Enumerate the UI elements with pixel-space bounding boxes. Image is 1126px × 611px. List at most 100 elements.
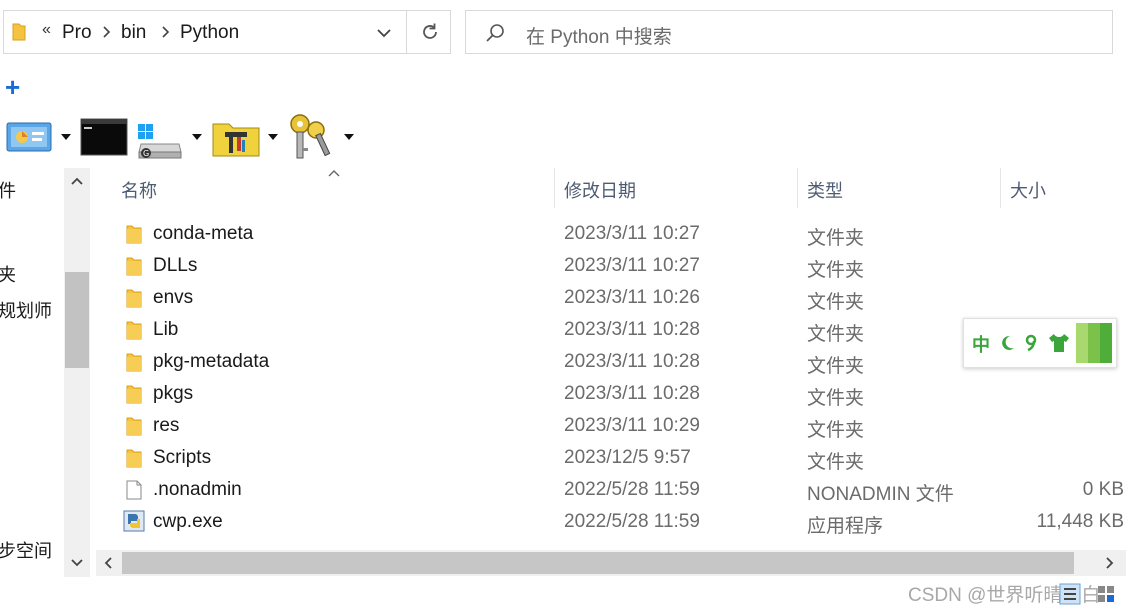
ime-color-bars [1076,323,1112,363]
folder-icon [126,224,142,249]
keys-icon[interactable] [286,112,338,167]
folder-icon [126,288,142,313]
file-type: 文件夹 [807,260,865,281]
python-exe-icon [123,510,145,537]
terminal-icon[interactable] [80,118,128,163]
file-date: 2023/3/11 10:28 [564,351,700,372]
file-name: Scripts [153,447,212,468]
file-name: res [153,415,180,436]
nav-item[interactable]: 件 [0,177,16,203]
column-divider[interactable] [797,168,798,208]
folder-icon [126,320,142,345]
column-header-name[interactable]: 名称 [121,177,157,203]
add-button[interactable]: + [5,74,20,100]
folder-icon [126,448,142,473]
nav-item[interactable]: 规划师 [0,297,52,323]
folder-icon [126,384,142,409]
search-placeholder[interactable]: 在 Python 中搜索 [526,22,672,49]
svg-text:G: G [143,149,149,158]
breadcrumb-bin[interactable]: bin [121,22,146,44]
file-name: pkgs [153,383,194,404]
file-date: 2022/5/28 11:59 [564,479,700,500]
skin-shirt-icon[interactable] [1048,333,1070,353]
file-date: 2023/3/11 10:26 [564,287,700,308]
file-date: 2023/12/5 9:57 [564,447,691,468]
nav-scrollbar[interactable] [64,168,90,577]
file-name: DLLs [153,255,198,276]
file-name: pkg-metadata [153,351,270,372]
file-type: 应用程序 [807,516,884,537]
file-type: 文件夹 [807,452,865,473]
scroll-thumb[interactable] [65,272,89,368]
file-type: NONADMIN 文件 [807,484,954,505]
search-icon [484,22,506,49]
file-type: 文件夹 [807,420,865,441]
file-name: cwp.exe [153,511,223,532]
nav-item[interactable]: 夹 [0,261,16,287]
file-type: 文件夹 [807,324,865,345]
breadcrumb-pro[interactable]: Pro [62,22,92,44]
file-name: Lib [153,319,179,340]
scroll-thumb[interactable] [122,552,1074,574]
column-header-size[interactable]: 大小 [1010,177,1046,203]
ime-toolbar[interactable]: 中 [963,318,1117,368]
address-bar[interactable]: « Pro bin Python [3,10,451,54]
column-header-date[interactable]: 修改日期 [564,177,636,203]
file-row[interactable]: envs 2023/3/11 10:26 文件夹 [98,281,1126,313]
dropdown-arrow-icon[interactable] [192,134,202,140]
file-row[interactable]: pkgs 2023/3/11 10:28 文件夹 [98,377,1126,409]
file-row[interactable]: cwp.exe 2022/5/28 11:59 应用程序 11,448 KB [98,505,1126,537]
scroll-down-icon[interactable] [70,556,84,574]
dropdown-arrow-icon[interactable] [268,134,278,140]
file-date: 2023/3/11 10:27 [564,255,700,276]
ime-mode-label[interactable]: 中 [972,331,990,357]
file-row[interactable]: .nonadmin 2022/5/28 11:59 NONADMIN 文件 0 KB [98,473,1126,505]
chevron-down-icon[interactable] [376,26,392,44]
dropdown-arrow-icon[interactable] [61,134,71,140]
file-date: 2023/3/11 10:29 [564,415,700,436]
file-row[interactable]: conda-meta 2023/3/11 10:27 文件夹 [98,217,1126,249]
file-size: 0 KB [1082,479,1124,500]
punctuation-icon[interactable] [1024,334,1038,352]
file-name: conda-meta [153,223,254,244]
file-date: 2023/3/11 10:28 [564,383,700,404]
search-box[interactable]: 在 Python 中搜索 [465,10,1113,54]
file-type: 文件夹 [807,388,865,409]
chevron-right-icon[interactable] [101,25,111,44]
file-icon [126,480,142,505]
file-size: 11,448 KB [1036,511,1124,532]
control-panel-icon[interactable] [6,120,52,159]
file-date: 2023/3/11 10:27 [564,223,700,244]
folder-icon [12,23,26,46]
nav-item[interactable]: 步空间 [0,537,52,563]
chevron-right-icon[interactable] [160,25,170,44]
column-divider[interactable] [1000,168,1001,208]
file-date: 2023/3/11 10:28 [564,319,700,340]
view-toggle-icons[interactable] [1058,582,1122,611]
file-row[interactable]: DLLs 2023/3/11 10:27 文件夹 [98,249,1126,281]
file-name: envs [153,287,194,308]
folder-icon [126,352,142,377]
folder-tools-icon[interactable] [211,118,261,163]
breadcrumb-python[interactable]: Python [180,22,239,44]
file-type: 文件夹 [807,228,865,249]
file-type: 文件夹 [807,292,865,313]
folder-icon [126,256,142,281]
column-divider[interactable] [554,168,555,208]
horizontal-scrollbar[interactable] [96,550,1126,576]
dropdown-arrow-icon[interactable] [344,134,354,140]
file-name: .nonadmin [153,479,242,500]
sort-ascending-icon [327,165,341,183]
windows-drive-icon[interactable]: G [135,122,183,165]
overflow-chevron[interactable]: « [42,21,51,39]
file-row[interactable]: res 2023/3/11 10:29 文件夹 [98,409,1126,441]
column-header-type[interactable]: 类型 [807,177,843,203]
scroll-up-icon[interactable] [70,174,84,192]
refresh-icon[interactable] [420,22,440,47]
file-row[interactable]: Scripts 2023/12/5 9:57 文件夹 [98,441,1126,473]
scroll-left-icon[interactable] [102,556,114,575]
scroll-right-icon[interactable] [1104,556,1116,575]
moon-icon[interactable] [998,334,1016,352]
file-date: 2022/5/28 11:59 [564,511,700,532]
file-type: 文件夹 [807,356,865,377]
